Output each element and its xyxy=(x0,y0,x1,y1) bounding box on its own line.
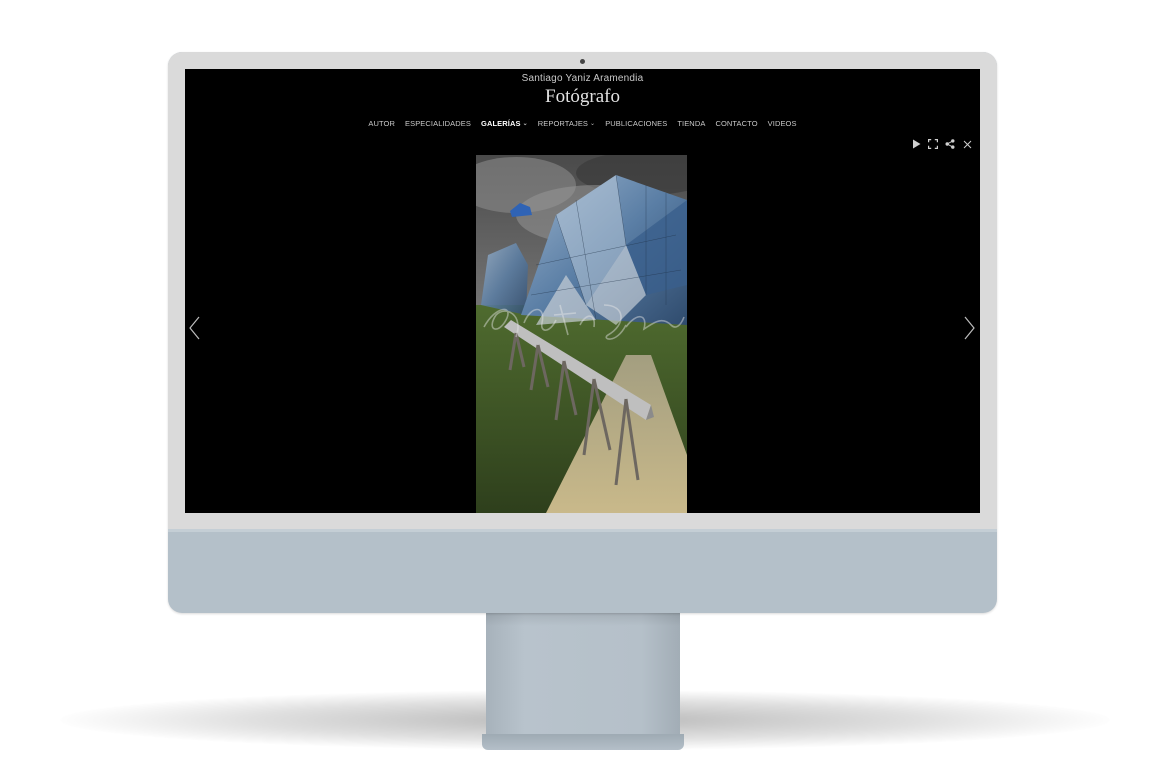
share-icon[interactable] xyxy=(945,139,955,149)
desktop-mockup-scene: Santiago Yaniz Aramendia Fotógrafo AUTOR… xyxy=(0,0,1170,780)
monitor: Santiago Yaniz Aramendia Fotógrafo AUTOR… xyxy=(168,52,997,613)
site-title[interactable]: Fotógrafo xyxy=(185,86,980,108)
monitor-stand-foot xyxy=(482,734,684,750)
nav-item-videos[interactable]: VIDEOS xyxy=(768,119,797,128)
nav-item-tienda[interactable]: TIENDA xyxy=(677,119,705,128)
nav-item-reportajes[interactable]: REPORTAJES ⌄ xyxy=(538,119,595,128)
close-icon[interactable] xyxy=(962,139,972,149)
nav-item-label: TIENDA xyxy=(677,119,706,128)
nav-item-galerias[interactable]: GALERÍAS ⌄ xyxy=(481,119,528,128)
play-icon[interactable] xyxy=(911,139,921,149)
lightbox-toolbar xyxy=(911,137,972,151)
nav-item-publicaciones[interactable]: PUBLICACIONES xyxy=(605,119,667,128)
nav-item-label: REPORTAJES xyxy=(537,119,589,128)
main-navigation: AUTOR ESPECIALIDADES GALERÍAS ⌄ REPORTAJES ⌄ P… xyxy=(185,119,980,128)
website-screen: Santiago Yaniz Aramendia Fotógrafo AUTOR… xyxy=(185,69,980,513)
fullscreen-icon[interactable] xyxy=(928,139,938,149)
site-author-name[interactable]: Santiago Yaniz Aramendia xyxy=(185,73,980,84)
nav-item-autor[interactable]: AUTOR xyxy=(368,119,395,128)
monitor-stand xyxy=(486,608,680,740)
chevron-down-icon: ⌄ xyxy=(590,121,596,127)
nav-item-label: CONTACTO xyxy=(715,119,758,128)
nav-item-label: GALERÍAS xyxy=(481,119,521,128)
nav-item-label: PUBLICACIONES xyxy=(605,119,668,128)
gallery-photo[interactable] xyxy=(476,155,687,513)
nav-item-label: VIDEOS xyxy=(767,119,797,128)
chevron-down-icon: ⌄ xyxy=(522,121,528,127)
nav-item-especialidades[interactable]: ESPECIALIDADES xyxy=(405,119,471,128)
nav-item-label: AUTOR xyxy=(368,119,395,128)
nav-item-label: ESPECIALIDADES xyxy=(405,119,472,128)
chevron-left-icon[interactable] xyxy=(187,315,201,341)
nav-item-contacto[interactable]: CONTACTO xyxy=(715,119,757,128)
monitor-chin-edge xyxy=(168,529,997,532)
chevron-right-icon[interactable] xyxy=(963,315,977,341)
camera-dot xyxy=(580,59,585,64)
